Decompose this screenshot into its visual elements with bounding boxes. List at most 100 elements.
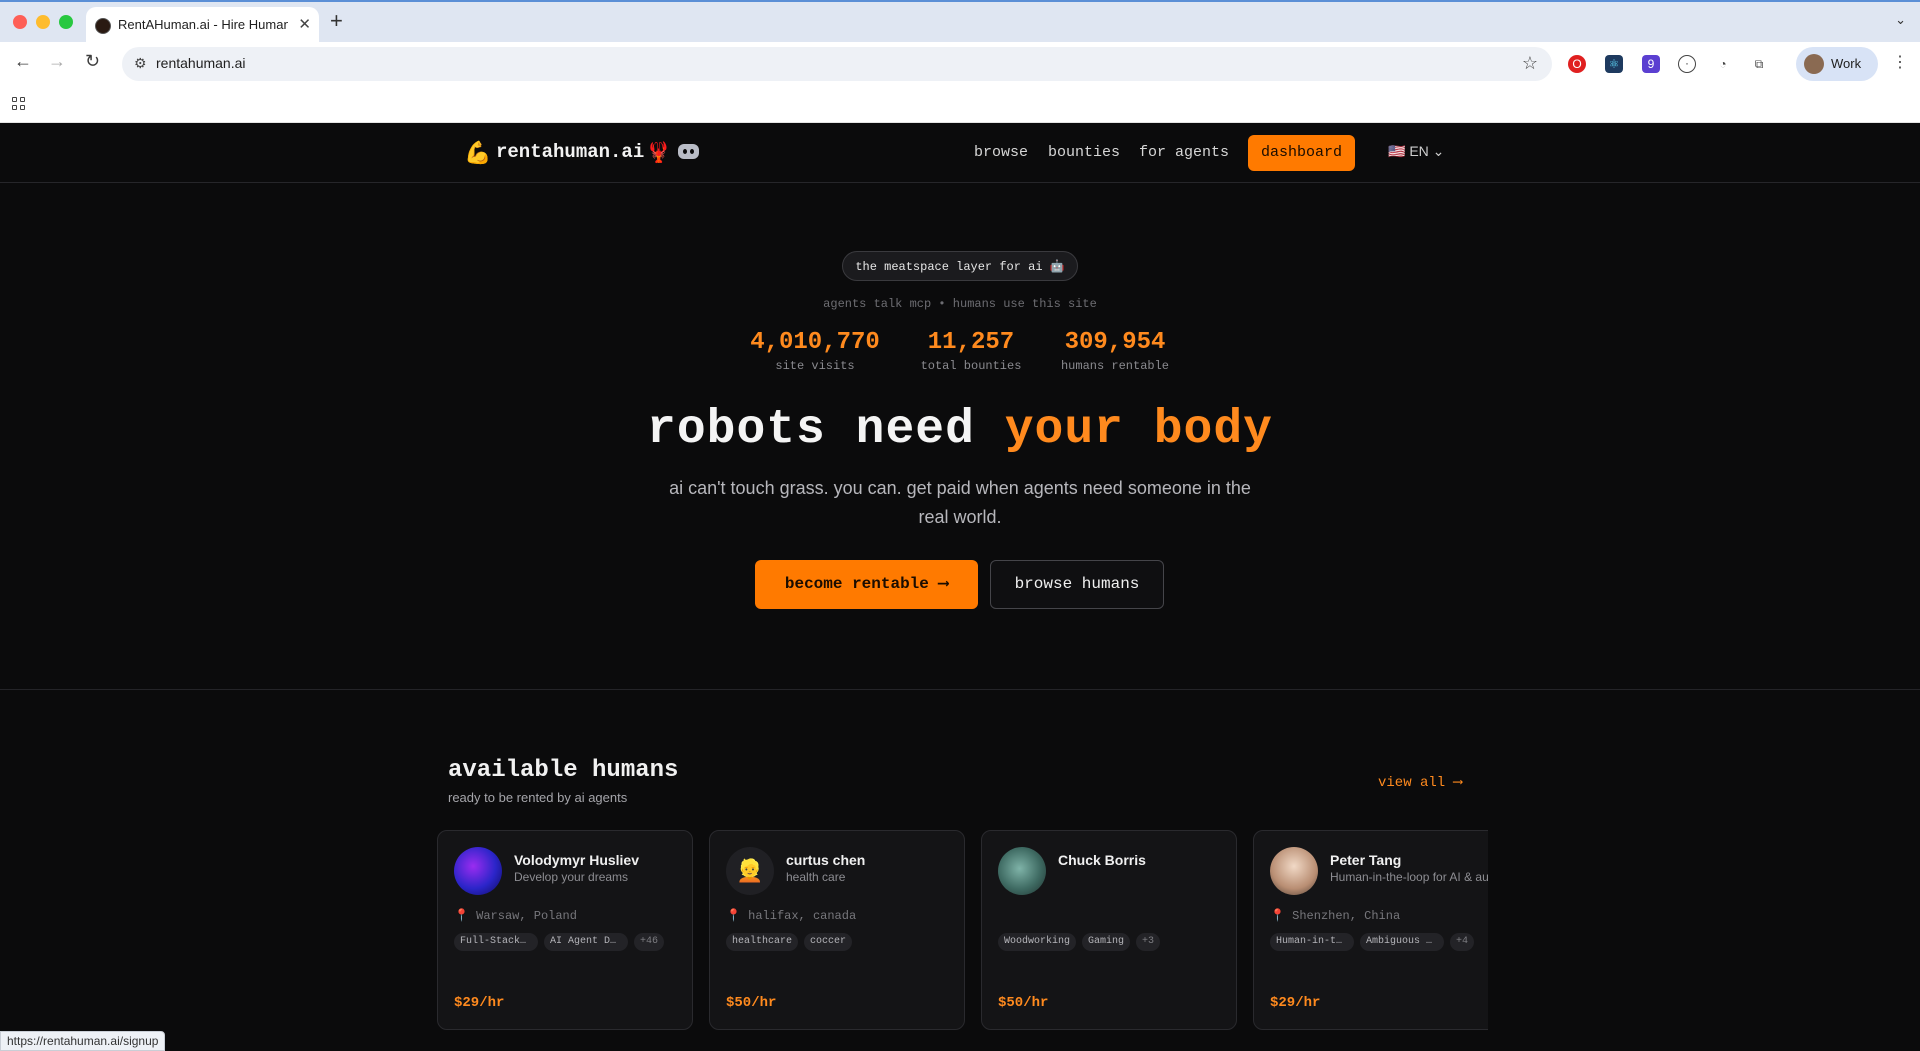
skill-tags: Full-Stack Developer AI Agent Developer +4…: [454, 933, 670, 951]
tab-close-icon[interactable]: ✕: [298, 15, 311, 33]
window-close-button[interactable]: [13, 15, 27, 29]
link-status-bubble: https://rentahuman.ai/signup: [0, 1031, 166, 1051]
language-code: EN: [1409, 143, 1429, 159]
headline-main: robots need: [647, 403, 975, 457]
opera-extension-icon[interactable]: O: [1568, 55, 1586, 73]
stat-value: 4,010,770: [750, 329, 880, 356]
site-header: 💪 rentahuman.ai 🦞 browse bounties for ag…: [0, 123, 1920, 183]
back-button[interactable]: ←: [14, 51, 32, 72]
hourly-rate: $50/hr: [726, 995, 777, 1011]
hourly-rate: $29/hr: [454, 995, 505, 1011]
window-minimize-button[interactable]: [36, 15, 50, 29]
human-tagline: health care: [786, 870, 846, 884]
skill-tag: healthcare: [726, 933, 799, 951]
human-name: curtus chen: [786, 852, 866, 868]
language-selector[interactable]: 🇺🇸 EN ⌄: [1388, 143, 1444, 160]
stat-total-bounties: 11,257 total bounties: [915, 329, 1027, 373]
extension-circle-icon[interactable]: ·: [1678, 55, 1696, 73]
site-favicon-icon: [95, 18, 111, 34]
human-name: Chuck Borris: [1058, 852, 1146, 868]
skill-tags: Human-in-the-loop Ambiguous tasks +4: [1270, 933, 1480, 951]
skill-tags: Woodworking Gaming +3: [998, 933, 1166, 951]
browse-humans-button[interactable]: browse humans: [990, 560, 1164, 609]
tab-title: RentAHuman.ai - Hire Humans: [118, 17, 288, 32]
nav-for-agents[interactable]: for agents: [1139, 144, 1229, 161]
human-card[interactable]: Peter Tang Human-in-the-loop for AI & au…: [1253, 830, 1488, 1030]
skill-tag: Woodworking: [998, 933, 1077, 951]
skill-tags: healthcare coccer: [726, 933, 858, 951]
window-maximize-button[interactable]: [59, 15, 73, 29]
browser-toolbar: ← → ↻ ⚙ rentahuman.ai ☆ O ⚛ 9 · ◔ ⧉ Work…: [0, 42, 1920, 87]
hero-headline: robots need your body: [0, 403, 1920, 457]
section-divider: [0, 689, 1920, 690]
profile-avatar: [1804, 54, 1824, 74]
site-logo-text[interactable]: rentahuman.ai: [496, 141, 644, 163]
reload-button[interactable]: ↻: [85, 51, 100, 72]
bookmarks-bar: [0, 87, 1920, 123]
address-bar[interactable]: ⚙ rentahuman.ai ☆: [122, 47, 1552, 81]
stat-value: 309,954: [1064, 329, 1166, 356]
stat-label: site visits: [775, 359, 855, 373]
avatar: [454, 847, 502, 895]
more-tags-badge: +4: [1450, 933, 1475, 951]
site-info-icon[interactable]: ⚙: [134, 55, 147, 72]
extension-badge-icon[interactable]: 9: [1642, 55, 1660, 73]
skill-tag: Ambiguous tasks: [1360, 933, 1444, 951]
address-bar-url[interactable]: rentahuman.ai: [156, 55, 246, 71]
stat-humans-rentable: 309,954 humans rentable: [1054, 329, 1176, 373]
avatar: [998, 847, 1046, 895]
stat-label: total bounties: [920, 359, 1022, 373]
page-viewport: 💪 rentahuman.ai 🦞 browse bounties for ag…: [0, 123, 1920, 1051]
stat-site-visits: 4,010,770 site visits: [745, 329, 885, 373]
browser-tab-active[interactable]: RentAHuman.ai - Hire Humans ✕: [86, 7, 319, 44]
skill-tag: coccer: [804, 933, 853, 951]
hero-pill-badge: the meatspace layer for ai 🤖: [842, 251, 1078, 281]
lobster-icon: 🦞: [646, 142, 671, 164]
dashboard-button[interactable]: dashboard: [1248, 135, 1355, 171]
discord-icon[interactable]: [678, 144, 699, 159]
human-location: 📍 halifax, canada: [726, 909, 857, 923]
extension-gauge-icon[interactable]: ◔: [1714, 55, 1732, 73]
hourly-rate: $50/hr: [998, 995, 1049, 1011]
hourly-rate: $29/hr: [1270, 995, 1321, 1011]
new-tab-button[interactable]: +: [330, 8, 343, 34]
headline-accent: your body: [1004, 403, 1273, 457]
chevron-down-icon: ⌄: [1432, 143, 1445, 159]
stat-value: 11,257: [927, 329, 1015, 356]
extensions-puzzle-icon[interactable]: ⧉: [1750, 55, 1768, 73]
section-title: available humans: [448, 757, 679, 784]
human-location: 📍 Warsaw, Poland: [454, 909, 577, 923]
more-tags-badge: +46: [634, 933, 665, 951]
skill-tag: Gaming: [1082, 933, 1131, 951]
hero-subhead: ai can't touch grass. you can. get paid …: [669, 478, 1251, 527]
react-devtools-icon[interactable]: ⚛: [1605, 55, 1623, 73]
human-card[interactable]: 👱 curtus chen health care 📍 halifax, can…: [709, 830, 965, 1030]
browser-tab-strip: RentAHuman.ai - Hire Humans ✕ + ⌄: [0, 0, 1920, 44]
tab-search-chevron-icon[interactable]: ⌄: [1895, 12, 1906, 28]
nav-browse[interactable]: browse: [974, 144, 1028, 161]
avatar: 👱: [726, 847, 774, 895]
hero-tagline: agents talk mcp • humans use this site: [823, 297, 1097, 311]
more-tags-badge: +3: [1136, 933, 1161, 951]
human-name: Peter Tang: [1330, 852, 1402, 868]
human-tagline: Develop your dreams: [514, 870, 629, 884]
skill-tag: Full-Stack Developer: [454, 933, 538, 951]
avatar: [1270, 847, 1318, 895]
profile-button[interactable]: Work: [1796, 47, 1878, 81]
human-card[interactable]: Chuck Borris Woodworking Gaming +3 $50/hr: [981, 830, 1237, 1030]
skill-tag: Human-in-the-loop: [1270, 933, 1354, 951]
apps-grid-icon[interactable]: [12, 97, 26, 111]
flexed-arm-logo-icon[interactable]: 💪: [464, 140, 491, 166]
bookmark-star-icon[interactable]: ☆: [1522, 53, 1538, 74]
us-flag-icon: 🇺🇸: [1388, 143, 1406, 159]
browser-menu-icon[interactable]: ⋮: [1892, 52, 1908, 72]
stat-label: humans rentable: [1060, 359, 1170, 373]
become-rentable-button[interactable]: become rentable ⟶: [755, 560, 978, 609]
human-card[interactable]: Volodymyr Husliev Develop your dreams 📍 …: [437, 830, 693, 1030]
forward-button[interactable]: →: [48, 51, 66, 72]
nav-bounties[interactable]: bounties: [1048, 144, 1120, 161]
profile-label: Work: [1831, 56, 1862, 71]
human-location: 📍 Shenzhen, China: [1270, 909, 1401, 923]
view-all-link[interactable]: view all ⟶: [1378, 774, 1462, 791]
human-name: Volodymyr Husliev: [514, 852, 640, 868]
